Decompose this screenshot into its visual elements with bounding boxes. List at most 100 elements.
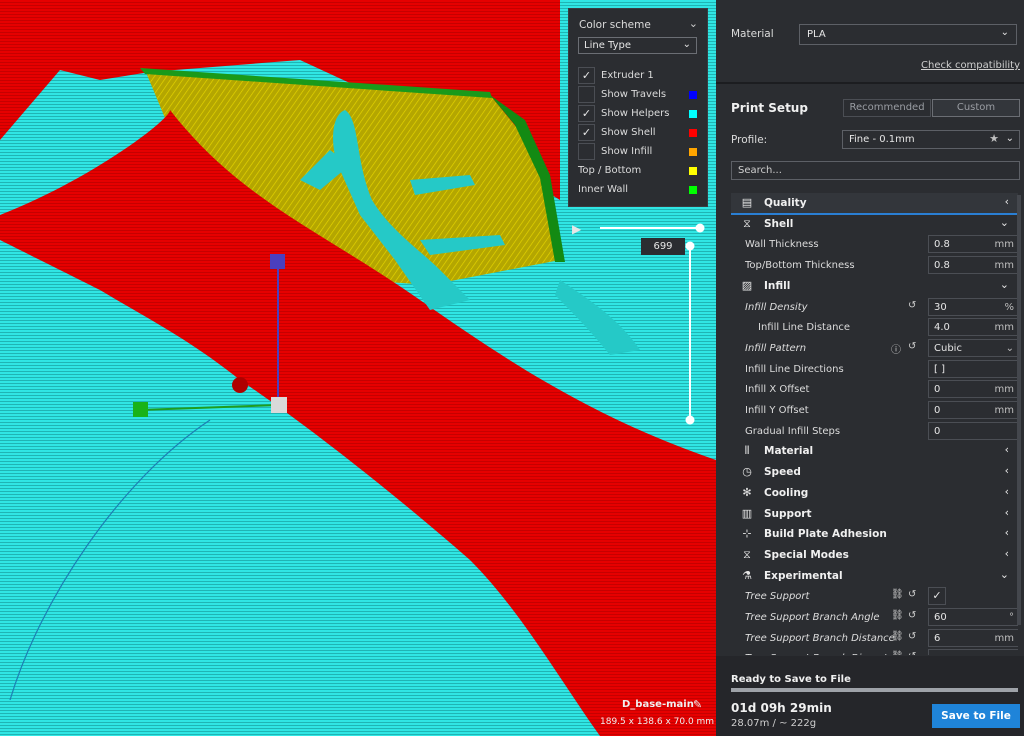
chevron-left-icon: ‹ <box>1004 484 1009 498</box>
setting-unit: mm <box>994 632 1014 644</box>
setting-input[interactable]: 4.0 mm <box>928 318 1018 337</box>
layer-number-badge[interactable]: 699 <box>641 238 685 255</box>
setting-checkbox[interactable]: ✓ <box>928 587 946 606</box>
checkbox[interactable] <box>578 86 595 103</box>
option-label: Show Travels <box>601 89 667 100</box>
speed-icon: ◷ <box>742 465 752 479</box>
setting-input[interactable]: 6 mm <box>928 628 1018 647</box>
checkbox[interactable]: ✓ <box>578 124 595 141</box>
edit-name-icon[interactable]: ✎ <box>693 698 702 711</box>
setting-label: Infill Y Offset <box>745 405 809 416</box>
setting-input[interactable]: 0 mm <box>928 380 1018 399</box>
settings-sidebar: Material PLA ⌄ Check compatibility Print… <box>716 0 1024 736</box>
color-option-show-helpers[interactable]: ✓ Show Helpers <box>578 105 701 123</box>
custom-mode-button[interactable]: Custom <box>932 99 1020 117</box>
checkbox[interactable]: ✓ <box>578 67 595 84</box>
category-speed[interactable]: ◷ Speed ‹ <box>731 462 1018 482</box>
color-scheme-value: Line Type <box>584 40 631 51</box>
setting-input[interactable]: 0.8 mm <box>928 235 1018 254</box>
reset-icon[interactable]: ↺ <box>908 589 916 600</box>
color-option-show-shell[interactable]: ✓ Show Shell <box>578 124 701 142</box>
save-to-file-button[interactable]: Save to File <box>932 704 1020 728</box>
check-compatibility-link[interactable]: Check compatibility <box>921 60 1020 71</box>
setting-label: Infill Density <box>745 301 808 313</box>
link-icon[interactable]: ⛓ <box>891 610 904 621</box>
material-icon: ⦀ <box>744 444 750 458</box>
settings-list: ▤ Quality ‹ ⧖ Shell ⌄ Wall Thickness 0.8 mm Top/B… <box>731 192 1018 655</box>
category-cooling[interactable]: ✻ Cooling ‹ <box>731 483 1018 503</box>
color-swatch <box>689 148 697 156</box>
reset-icon[interactable]: ↺ <box>908 651 916 655</box>
category-label: Support <box>764 507 812 520</box>
setting-label: Tree Support Branch Diameter <box>745 653 898 655</box>
checkbox[interactable]: ✓ <box>578 105 595 122</box>
option-label: Show Shell <box>601 127 656 138</box>
category-experimental[interactable]: ⚗ Experimental ⌄ <box>731 566 1018 586</box>
infill-icon: ▨ <box>741 278 753 292</box>
link-icon[interactable]: ⛓ <box>891 631 904 642</box>
category-support[interactable]: ▥ Support ‹ <box>731 504 1018 524</box>
setting-label: Infill Line Distance <box>758 322 851 334</box>
setting-input[interactable]: 0.8 mm <box>928 256 1018 275</box>
legend-top-bottom: Top / Bottom <box>578 162 701 180</box>
setting-unit: mm <box>994 322 1014 334</box>
setting-value: 4.0 <box>934 322 950 334</box>
setting-value: 0 <box>934 384 941 396</box>
reset-icon[interactable]: ↺ <box>908 341 916 352</box>
link-icon[interactable]: ⛓ <box>891 589 904 600</box>
chevron-left-icon: ‹ <box>1004 526 1009 540</box>
option-label: Extruder 1 <box>601 70 654 81</box>
cooling-icon: ✻ <box>742 485 752 499</box>
model-dimensions: 189.5 x 138.6 x 70.0 mm <box>600 717 715 727</box>
setting-value: [ ] <box>934 363 945 375</box>
setting-input[interactable]: 60 ° <box>928 608 1018 626</box>
legend-label: Inner Wall <box>578 184 628 195</box>
category-special-modes[interactable]: ⧖ Special Modes ‹ <box>731 545 1018 565</box>
setting-dropdown[interactable]: Cubic ⌄ <box>928 338 1018 357</box>
setting-label: Tree Support Branch Distance <box>745 632 895 644</box>
setting-unit: mm <box>994 239 1014 251</box>
collapse-chevron-icon[interactable]: ⌄ <box>689 17 698 30</box>
setting-value: 6 <box>934 632 941 644</box>
setting-infill-x-offset: Infill X Offset 0 mm <box>731 379 1018 399</box>
category-build-plate-adhesion[interactable]: ⊹ Build Plate Adhesion ‹ <box>731 524 1018 544</box>
color-option-show-travels[interactable]: Show Travels <box>578 86 701 104</box>
setting-infill-line-distance: Infill Line Distance 4.0 mm <box>731 317 1018 337</box>
category-material[interactable]: ⦀ Material ‹ <box>731 441 1018 461</box>
material-select[interactable]: PLA ⌄ <box>799 24 1017 45</box>
category-quality[interactable]: ▤ Quality ‹ <box>731 193 1018 215</box>
settings-search-input[interactable] <box>731 161 1020 180</box>
reset-icon[interactable]: ↺ <box>908 610 916 621</box>
setting-value: 0 <box>934 405 941 416</box>
color-option-extruder-1[interactable]: ✓ Extruder 1 <box>578 67 701 85</box>
checkbox[interactable] <box>578 143 595 160</box>
material-value: PLA <box>807 29 826 40</box>
profile-value: Fine - 0.1mm <box>849 134 915 145</box>
color-option-show-infill[interactable]: Show Infill <box>578 143 701 161</box>
color-scheme-select[interactable]: Line Type ⌄ <box>578 37 697 54</box>
chevron-left-icon: ‹ <box>1004 505 1009 519</box>
play-simulation-icon[interactable]: ▶ <box>572 222 581 236</box>
category-infill[interactable]: ▨ Infill ⌄ <box>731 276 1018 296</box>
chevron-down-icon: ⌄ <box>999 567 1009 581</box>
setting-input[interactable]: 30% <box>928 297 1018 316</box>
setting-input[interactable]: 0 <box>928 421 1018 440</box>
3d-viewport[interactable]: Color scheme ⌄ Line Type ⌄ ✓ Extruder 1 Sh… <box>0 0 716 736</box>
chevron-down-icon: ⌄ <box>1005 342 1014 354</box>
reset-icon[interactable]: ↺ <box>908 631 916 642</box>
profile-select[interactable]: Fine - 0.1mm ★ ⌄ <box>842 130 1020 149</box>
color-swatch <box>689 186 697 194</box>
model-name: D_base-main <box>622 699 694 710</box>
category-shell[interactable]: ⧖ Shell ⌄ <box>731 214 1018 234</box>
option-label: Show Helpers <box>601 108 670 119</box>
category-label: Cooling <box>764 486 809 499</box>
setting-input[interactable] <box>928 649 1018 655</box>
settings-scrollbar[interactable] <box>1017 195 1021 625</box>
print-setup-title: Print Setup <box>731 101 808 115</box>
link-icon[interactable]: ⛓ <box>891 651 904 655</box>
favorite-star-icon[interactable]: ★ <box>989 132 999 145</box>
recommended-mode-button[interactable]: Recommended <box>843 99 931 117</box>
setting-input[interactable]: [ ] <box>928 359 1018 378</box>
reset-icon[interactable]: ↺ <box>908 300 916 311</box>
setting-input[interactable]: 0 mm <box>928 401 1018 419</box>
